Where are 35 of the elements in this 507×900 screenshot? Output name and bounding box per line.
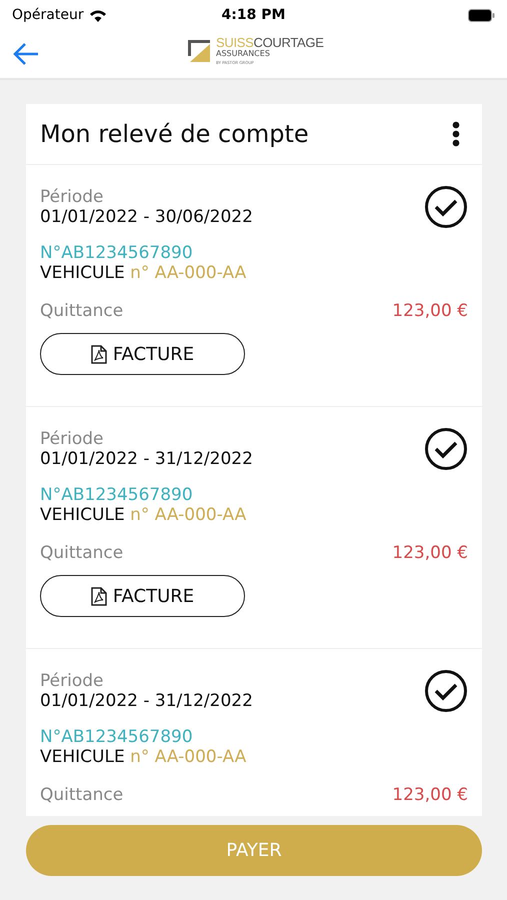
period-label: Période [40, 671, 104, 691]
card-title: Mon relevé de compte [40, 120, 309, 148]
period-label: Période [40, 429, 104, 449]
receipt-label: Quittance [40, 301, 124, 321]
period-dates: 01/01/2022 - 31/12/2022 [40, 691, 254, 711]
vehicle-label: VEHICULE [40, 263, 125, 283]
amount: 123,00 € [392, 301, 468, 321]
contract-number: N°AB1234567890 [40, 243, 194, 263]
logo-brand: SUISSCOURTAGE [216, 36, 324, 49]
clock-time: 4:18 PM [222, 7, 286, 23]
back-arrow-icon [12, 42, 40, 66]
contract-number: N°AB1234567890 [40, 727, 194, 747]
vehicle-label: VEHICULE [40, 505, 125, 525]
vehicle-label: VEHICULE [40, 747, 125, 767]
more-icon [452, 121, 460, 147]
back-button[interactable] [12, 42, 40, 66]
pdf-file-icon [90, 344, 107, 364]
period-dates: 01/01/2022 - 31/12/2022 [40, 449, 254, 469]
amount: 123,00 € [392, 785, 468, 805]
amount: 123,00 € [392, 543, 468, 563]
period-label: Période [40, 187, 104, 207]
invoice-button[interactable]: FACTURE [40, 575, 245, 617]
contract-number: N°AB1234567890 [40, 485, 194, 505]
logo-subtitle: ASSURANCES [216, 50, 271, 58]
receipt-label: Quittance [40, 785, 124, 805]
receipt-label: Quittance [40, 543, 124, 563]
pdf-file-icon [90, 586, 107, 606]
vehicle-number: n° AA-000-AA [130, 263, 246, 283]
vehicle-number: n° AA-000-AA [130, 747, 246, 767]
period-dates: 01/01/2022 - 30/06/2022 [40, 207, 254, 227]
vehicle-number: n° AA-000-AA [130, 505, 246, 525]
carrier-name: Opérateur [12, 7, 84, 23]
invoice-button[interactable]: FACTURE [40, 333, 245, 375]
wifi-icon [88, 8, 107, 22]
battery-icon [468, 8, 495, 22]
